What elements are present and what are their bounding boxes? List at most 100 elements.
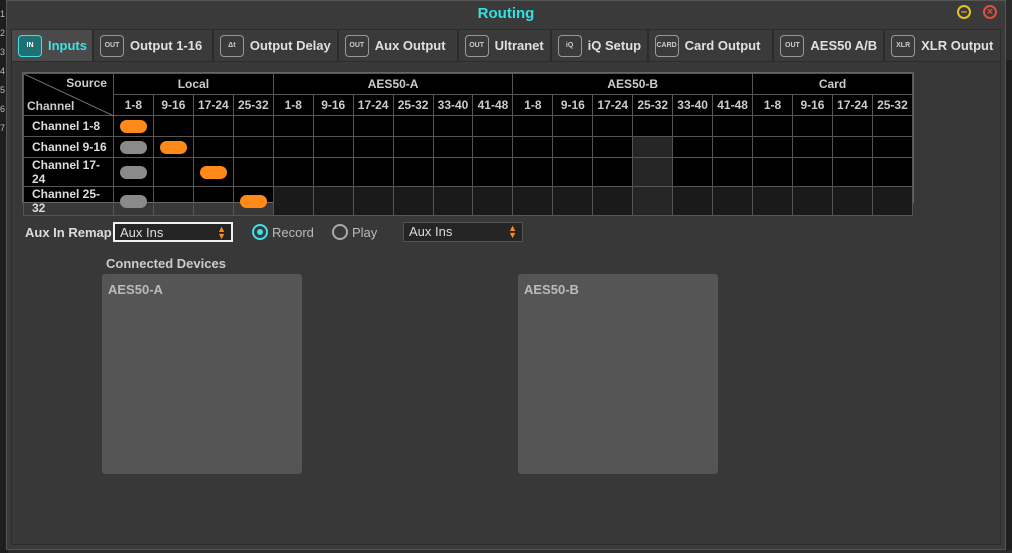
tab-inputs[interactable]: IN Inputs	[11, 29, 93, 61]
routing-cell[interactable]	[552, 186, 594, 216]
routing-cell[interactable]	[552, 157, 594, 187]
routing-cell[interactable]	[152, 186, 194, 216]
routing-cell[interactable]	[112, 115, 154, 137]
tab-iq-setup[interactable]: iQ iQ Setup	[550, 29, 648, 61]
routing-cell[interactable]	[192, 115, 234, 137]
routing-cell[interactable]	[791, 157, 833, 187]
routing-cell[interactable]	[392, 186, 434, 216]
routing-cell[interactable]	[152, 157, 194, 187]
routing-cell[interactable]	[512, 115, 554, 137]
routing-cell[interactable]	[512, 186, 554, 216]
routing-cell[interactable]	[791, 186, 833, 216]
routing-cell[interactable]	[752, 157, 793, 187]
routing-cell[interactable]	[712, 136, 754, 158]
routing-cell[interactable]	[672, 115, 714, 137]
routing-cell[interactable]	[472, 186, 514, 216]
routing-cell[interactable]	[831, 115, 873, 137]
routing-cell[interactable]	[112, 157, 154, 187]
routing-cell[interactable]	[871, 115, 914, 137]
routing-cell[interactable]	[312, 186, 354, 216]
tab-ultranet[interactable]: OUT Ultranet	[457, 29, 551, 61]
routing-cell[interactable]	[632, 186, 674, 216]
routing-cell[interactable]	[552, 136, 594, 158]
close-button[interactable]: ×	[983, 5, 997, 19]
routing-cell[interactable]	[592, 136, 634, 158]
routing-cell[interactable]	[352, 115, 394, 137]
routing-cell[interactable]	[472, 157, 514, 187]
routing-cell[interactable]	[871, 186, 914, 216]
routing-cell[interactable]	[712, 186, 754, 216]
routing-cell[interactable]	[352, 136, 394, 158]
tab-output-delay[interactable]: Δt Output Delay	[212, 29, 338, 61]
routing-cell[interactable]	[592, 186, 634, 216]
aux-source-select[interactable]: Aux Ins ▲ ▼	[403, 222, 523, 242]
routing-cell[interactable]	[632, 157, 674, 187]
routing-cell[interactable]	[672, 136, 714, 158]
routing-cell[interactable]	[632, 115, 674, 137]
record-radio[interactable]	[252, 224, 268, 240]
routing-cell[interactable]	[432, 136, 474, 158]
routing-cell[interactable]	[432, 186, 474, 216]
source-group-header: AES50-B	[512, 73, 754, 95]
routing-cell[interactable]	[512, 157, 554, 187]
routing-cell[interactable]	[232, 186, 274, 216]
routing-cell[interactable]	[352, 186, 394, 216]
routing-cell[interactable]	[192, 157, 234, 187]
routing-cell[interactable]	[712, 115, 754, 137]
routing-cell[interactable]	[472, 136, 514, 158]
routing-cell[interactable]	[192, 186, 234, 216]
routing-cell[interactable]	[712, 157, 754, 187]
routing-cell[interactable]	[831, 136, 873, 158]
routing-cell[interactable]	[791, 115, 833, 137]
routing-cell[interactable]	[831, 186, 873, 216]
play-radio-label[interactable]: Play	[352, 225, 377, 240]
tab-xlr-output[interactable]: XLR XLR Output	[884, 29, 1002, 61]
routing-cell[interactable]	[672, 186, 714, 216]
routing-cell[interactable]	[632, 136, 674, 158]
routing-cell[interactable]	[312, 136, 354, 158]
routing-cell[interactable]	[192, 136, 234, 158]
routing-cell[interactable]	[392, 157, 434, 187]
routing-cell[interactable]	[112, 136, 154, 158]
routing-cell[interactable]	[272, 186, 314, 216]
routing-cell[interactable]	[112, 186, 154, 216]
routing-cell[interactable]	[272, 136, 314, 158]
routing-cell[interactable]	[672, 157, 714, 187]
aux-in-remap-select[interactable]: Aux Ins ▲ ▼	[113, 222, 233, 242]
tab-aux-output[interactable]: OUT Aux Output	[337, 29, 458, 61]
routing-cell[interactable]	[352, 157, 394, 187]
routing-cell[interactable]	[312, 157, 354, 187]
routing-cell[interactable]	[432, 157, 474, 187]
routing-cell[interactable]	[791, 136, 833, 158]
routing-cell[interactable]	[232, 115, 274, 137]
routing-cell[interactable]	[392, 115, 434, 137]
minimize-button[interactable]: –	[957, 5, 971, 19]
routing-cell[interactable]	[871, 157, 914, 187]
routing-cell[interactable]	[312, 115, 354, 137]
routing-cell[interactable]	[592, 157, 634, 187]
tab-aes50-a-b[interactable]: OUT AES50 A/B	[773, 29, 885, 61]
routing-cell[interactable]	[512, 136, 554, 158]
routing-cell[interactable]	[272, 157, 314, 187]
routing-cell[interactable]	[432, 115, 474, 137]
routing-cell[interactable]	[752, 136, 793, 158]
tab-card-output[interactable]: CARD Card Output	[647, 29, 774, 61]
routing-cell[interactable]	[592, 115, 634, 137]
routing-cell[interactable]	[752, 186, 793, 216]
record-radio-label[interactable]: Record	[272, 225, 314, 240]
routing-cell[interactable]	[472, 115, 514, 137]
routing-cell[interactable]	[871, 136, 914, 158]
tab-output-1-16[interactable]: OUT Output 1-16	[93, 29, 213, 61]
routing-cell[interactable]	[232, 136, 274, 158]
routing-cell[interactable]	[392, 136, 434, 158]
routing-cell[interactable]	[232, 157, 274, 187]
routing-cell[interactable]	[831, 157, 873, 187]
routing-cell[interactable]	[272, 115, 314, 137]
device-panel-aes50-a[interactable]: AES50-A	[102, 274, 302, 474]
routing-cell[interactable]	[752, 115, 793, 137]
routing-cell[interactable]	[552, 115, 594, 137]
routing-cell[interactable]	[152, 136, 194, 158]
device-panel-aes50-b[interactable]: AES50-B	[518, 274, 718, 474]
routing-cell[interactable]	[152, 115, 194, 137]
play-radio[interactable]	[332, 224, 348, 240]
